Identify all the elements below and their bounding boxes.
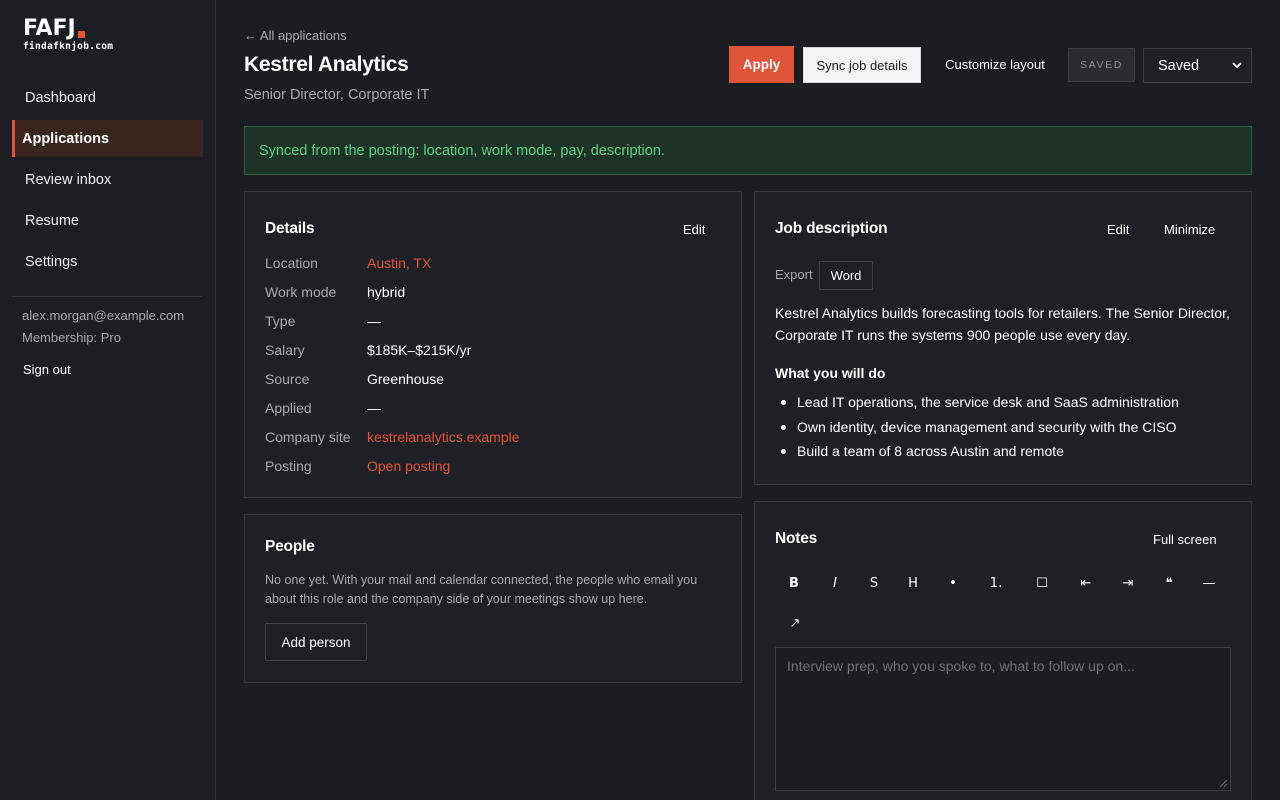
people-empty-text: No one yet. With your mail and calendar … <box>265 573 698 606</box>
link-button[interactable]: ↗ <box>780 608 810 638</box>
detail-value: — <box>367 400 381 416</box>
job-description-bullets: Lead IT operations, the service desk and… <box>777 390 1237 464</box>
detail-row-salary: Salary $185K–$215K/yr <box>265 342 725 362</box>
detail-row-posting: Posting Open posting <box>265 458 725 478</box>
status-select-value: Saved <box>1158 57 1200 74</box>
location-link[interactable]: Austin, TX <box>367 255 431 271</box>
checkbox-button[interactable]: ☐ <box>1027 568 1057 598</box>
list-item: Build a team of 8 across Austin and remo… <box>777 439 1237 464</box>
sidebar-item-label: Resume <box>25 212 79 229</box>
bold-button[interactable]: B <box>779 568 809 598</box>
sync-success-banner: Synced from the posting: location, work … <box>244 126 1252 175</box>
list-item: Lead IT operations, the service desk and… <box>777 390 1237 415</box>
people-card: People No one yet. With your mail and ca… <box>244 514 742 683</box>
people-title: People <box>265 538 315 555</box>
brand-name: FAFJ <box>23 16 76 41</box>
role-subtitle: Senior Director, Corporate IT <box>244 87 430 103</box>
sidebar-item-resume[interactable]: Resume <box>12 202 203 239</box>
export-label: Export <box>775 267 813 282</box>
membership-status: Membership: Pro <box>22 330 121 345</box>
bullet-list-button[interactable]: • <box>938 568 968 598</box>
numbered-list-button[interactable]: 1. <box>981 568 1011 598</box>
detail-value: $185K–$215K/yr <box>367 342 472 358</box>
brand-domain: findafknjob.com <box>23 41 114 52</box>
job-description-intro: Kestrel Analytics builds forecasting too… <box>775 305 1230 343</box>
detail-row-work-mode: Work mode hybrid <box>265 284 725 304</box>
status-select[interactable]: Saved <box>1143 48 1252 83</box>
detail-value: Greenhouse <box>367 371 445 387</box>
job-description-card: Job description Edit Minimize Export Wor… <box>754 191 1252 485</box>
brand-dot <box>77 31 85 38</box>
detail-row-location: Location Austin, TX <box>265 255 725 275</box>
details-card: Details Edit Location Austin, TX Work mo… <box>244 191 742 498</box>
divider-button[interactable]: — <box>1194 568 1224 598</box>
detail-label: Company site <box>265 429 351 445</box>
sign-out-link[interactable]: Sign out <box>23 362 71 377</box>
detail-label: Location <box>265 255 318 271</box>
notes-textarea[interactable]: Interview prep, who you spoke to, what t… <box>775 647 1231 791</box>
job-description-title: Job description <box>775 220 888 237</box>
add-person-button[interactable]: Add person <box>265 623 367 661</box>
job-description-edit-button[interactable]: Edit <box>1107 222 1129 237</box>
heading-button[interactable]: H <box>898 568 928 598</box>
notes-placeholder: Interview prep, who you spoke to, what t… <box>787 658 1135 674</box>
detail-label: Type <box>265 313 296 329</box>
page-title: Kestrel Analytics <box>244 53 409 76</box>
export-word-button[interactable]: Word <box>819 261 873 290</box>
detail-label: Work mode <box>265 284 337 300</box>
apply-button[interactable]: Apply <box>729 46 794 83</box>
customize-layout-button[interactable]: Customize layout <box>932 47 1058 81</box>
sync-job-details-button[interactable]: Sync job details <box>803 47 921 83</box>
details-title: Details <box>265 220 315 237</box>
detail-value: hybrid <box>367 284 406 300</box>
list-item: Own identity, device management and secu… <box>777 415 1237 440</box>
sidebar-item-applications[interactable]: Applications <box>12 120 203 157</box>
sidebar-divider <box>12 296 202 297</box>
back-to-applications-link[interactable]: ← All applications <box>244 28 347 43</box>
detail-value: — <box>367 313 381 329</box>
italic-button[interactable]: I <box>820 568 850 598</box>
detail-row-applied: Applied — <box>265 400 725 420</box>
user-email: alex.morgan@example.com <box>22 308 185 323</box>
full-screen-button[interactable]: Full screen <box>1153 532 1217 547</box>
minimize-button[interactable]: Minimize <box>1164 222 1215 237</box>
detail-label: Salary <box>265 342 305 358</box>
job-description-subheading: What you will do <box>775 365 886 381</box>
sidebar-nav: Dashboard Applications Review inbox Resu… <box>12 79 203 284</box>
sync-banner-text: Synced from the posting: location, work … <box>259 142 665 159</box>
detail-label: Posting <box>265 458 312 474</box>
notes-title: Notes <box>775 530 818 547</box>
quote-button[interactable]: ❝ <box>1154 568 1184 598</box>
detail-label: Applied <box>265 400 312 416</box>
chevron-down-icon <box>1232 62 1242 69</box>
sidebar-item-label: Settings <box>25 253 78 270</box>
detail-row-company-site: Company site kestrelanalytics.example <box>265 429 725 449</box>
sidebar-item-label: Review inbox <box>25 171 112 188</box>
detail-label: Source <box>265 371 310 387</box>
sidebar-item-dashboard[interactable]: Dashboard <box>12 79 203 116</box>
status-badge: SAVED <box>1068 48 1135 82</box>
company-site-link[interactable]: kestrelanalytics.example <box>367 429 520 445</box>
detail-row-source: Source Greenhouse <box>265 371 725 391</box>
detail-row-type: Type — <box>265 313 725 333</box>
strikethrough-button[interactable]: S <box>859 568 889 598</box>
sidebar-item-review-inbox[interactable]: Review inbox <box>12 161 203 198</box>
brand-logo[interactable]: FAFJ findafknjob.com <box>23 16 114 53</box>
sidebar-item-settings[interactable]: Settings <box>12 243 203 280</box>
details-edit-button[interactable]: Edit <box>683 222 705 237</box>
resize-grip-icon[interactable] <box>1219 779 1228 788</box>
notes-card: Notes Full screen B I S H • 1. ☐ ⇤ ⇥ ❝ —… <box>754 501 1252 800</box>
indent-button[interactable]: ⇥ <box>1113 568 1143 598</box>
sidebar: FAFJ findafknjob.com Dashboard Applicati… <box>0 0 216 800</box>
sidebar-item-label: Dashboard <box>25 89 96 106</box>
open-posting-link[interactable]: Open posting <box>367 458 450 474</box>
outdent-button[interactable]: ⇤ <box>1071 568 1101 598</box>
sidebar-item-label: Applications <box>22 130 110 147</box>
